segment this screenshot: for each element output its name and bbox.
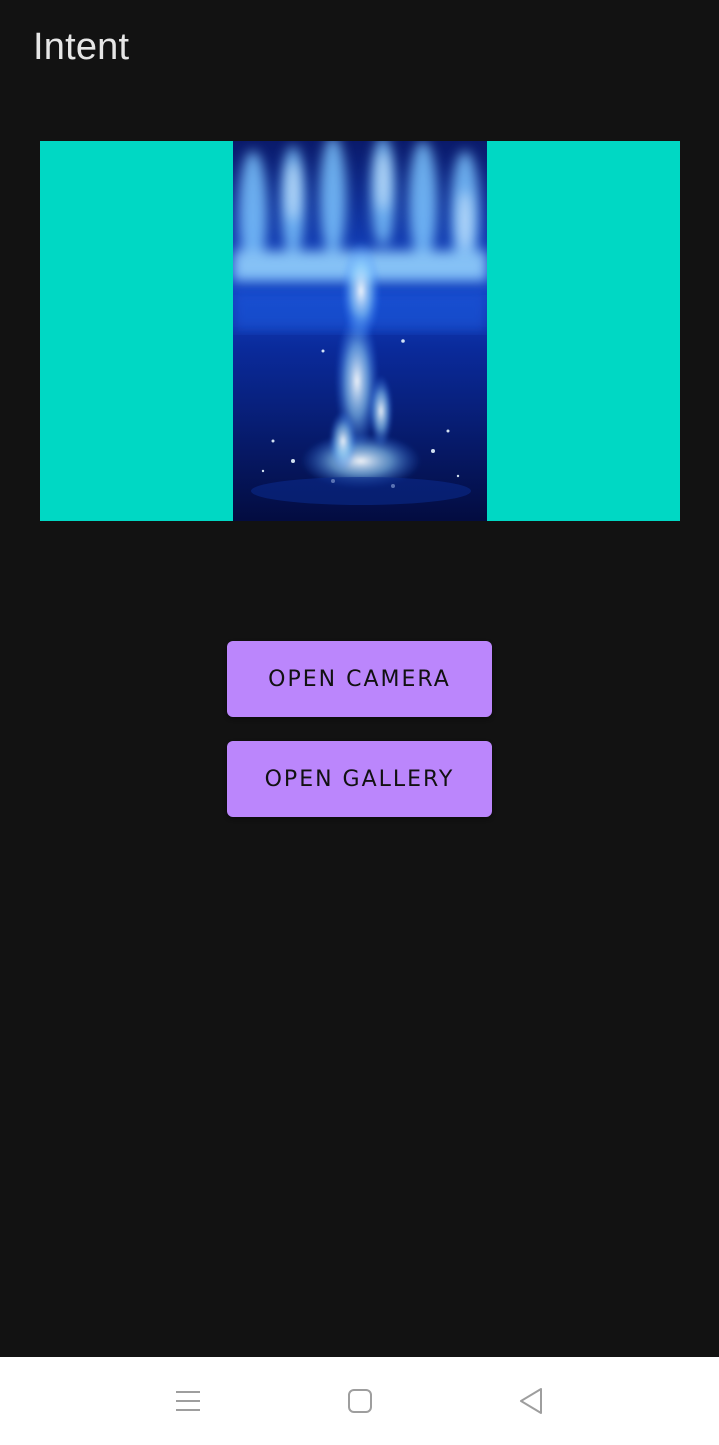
water-fountain-photo — [233, 141, 487, 521]
app-title: Intent — [33, 26, 130, 68]
home-icon — [348, 1389, 372, 1413]
open-gallery-button[interactable]: OPEN GALLERY — [227, 741, 492, 817]
app-screen: Intent OPEN CAMERA OPEN GALLERY — [0, 0, 719, 1445]
open-camera-button[interactable]: OPEN CAMERA — [227, 641, 492, 717]
menu-icon — [176, 1391, 200, 1411]
back-icon — [520, 1388, 542, 1414]
nav-home-button[interactable] — [335, 1377, 385, 1425]
nav-back-button[interactable] — [506, 1377, 556, 1425]
nav-menu-button[interactable] — [163, 1377, 213, 1425]
system-nav-bar — [0, 1357, 719, 1445]
app-bar: Intent — [0, 0, 719, 96]
image-view — [40, 141, 680, 521]
